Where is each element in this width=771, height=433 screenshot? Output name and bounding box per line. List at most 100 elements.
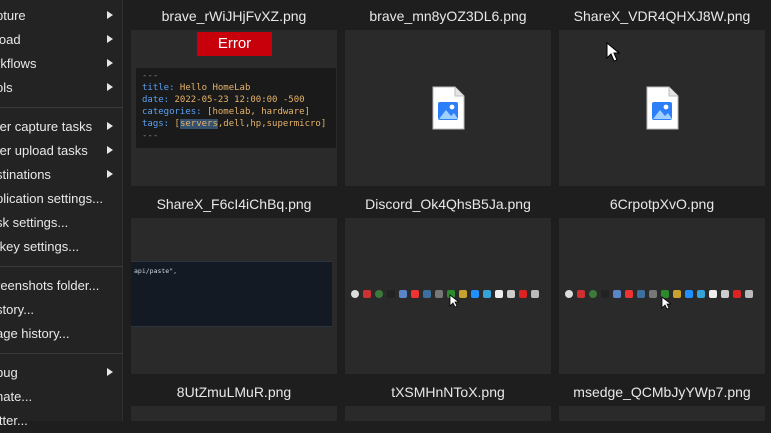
menu-item-tools[interactable]: ols — [0, 76, 123, 100]
submenu-arrow-icon — [107, 35, 113, 43]
file-thumbnail[interactable] — [559, 218, 765, 374]
terminal-text: api/paste", — [134, 267, 178, 275]
file-name: Discord_Ok4QhsB5Ja.png — [365, 196, 531, 212]
tray-app-icon — [435, 290, 443, 298]
menu-item-label: plication settings... — [0, 191, 103, 206]
mouse-cursor-icon — [449, 294, 459, 308]
terminal-preview: api/paste", — [131, 261, 332, 327]
tray-app-icon — [387, 290, 395, 298]
menu-item-upload[interactable]: load — [0, 28, 123, 52]
submenu-arrow-icon — [107, 59, 113, 67]
tray-app-icon — [733, 290, 741, 298]
menu-item-twitter[interactable]: itter... — [0, 409, 123, 433]
menu-item-label: reenshots folder... — [0, 278, 100, 293]
menu-item-workflows[interactable]: rkflows — [0, 52, 123, 76]
code-line: --- — [142, 71, 159, 81]
tray-app-icon — [565, 290, 573, 298]
menu-item-label: story... — [0, 302, 35, 317]
code-preview: --- title: Hello HomeLab date: 2022-05-2… — [136, 68, 336, 148]
code-line: date: 2022-05-23 12:00:00 -500 — [142, 94, 330, 106]
menu-item-label: nate... — [0, 389, 33, 404]
menu-item-after-upload-tasks[interactable]: ter upload tasks — [0, 139, 123, 163]
menu-item-image-history[interactable]: age history... — [0, 322, 123, 346]
tray-app-icon — [589, 290, 597, 298]
image-file-icon — [432, 86, 465, 130]
file-name: ShareX_F6cI4iChBq.png — [156, 196, 312, 212]
image-file-icon — [646, 86, 679, 130]
code-value: 2022-05-23 12:00:00 -500 — [169, 95, 305, 105]
tray-app-icon — [363, 290, 371, 298]
submenu-arrow-icon — [107, 368, 113, 376]
menu-item-application-settings[interactable]: plication settings... — [0, 187, 123, 211]
menu-item-label: ter capture tasks — [0, 119, 93, 134]
code-value: [ — [169, 119, 180, 129]
tray-app-icon — [459, 290, 467, 298]
file-thumbnail[interactable] — [345, 406, 551, 421]
file-thumbnail[interactable] — [559, 30, 765, 186]
tray-app-icon — [613, 290, 621, 298]
code-line: tags: [servers,dell,hp,supermicro] — [142, 118, 330, 130]
tray-app-icon — [709, 290, 717, 298]
file-name: ShareX_VDR4QHXJ8W.png — [573, 8, 751, 24]
mouse-pointer-icon — [606, 42, 620, 62]
file-thumbnail[interactable]: Error --- title: Hello HomeLab date: 202… — [131, 30, 337, 186]
tray-app-icon — [519, 290, 527, 298]
file-thumbnail[interactable] — [559, 406, 765, 421]
code-key: categories: — [142, 107, 202, 117]
mouse-cursor-icon — [661, 296, 671, 310]
submenu-arrow-icon — [107, 83, 113, 91]
code-value: ,dell,hp,supermicro] — [217, 119, 327, 129]
tray-app-icon — [375, 290, 383, 298]
code-line: categories: [homelab, hardware] — [142, 106, 330, 118]
file-thumbnail[interactable] — [345, 30, 551, 186]
submenu-arrow-icon — [107, 11, 113, 19]
menu-item-label: age history... — [0, 326, 70, 341]
tray-app-icon — [495, 290, 503, 298]
menu-item-label: ter upload tasks — [0, 143, 88, 158]
menu-item-hotkey-settings[interactable]: tkey settings... — [0, 235, 123, 259]
code-line: title: Hello HomeLab — [142, 82, 330, 94]
menu-separator — [0, 266, 123, 267]
tray-app-icon — [637, 290, 645, 298]
file-name: brave_rWiJHjFvXZ.png — [161, 8, 307, 24]
submenu-arrow-icon — [107, 170, 113, 178]
code-highlight: servers — [179, 119, 218, 129]
tray-app-icon — [601, 290, 609, 298]
tray-app-icon — [507, 290, 515, 298]
menu-item-donate[interactable]: nate... — [0, 385, 123, 409]
tray-app-icon — [577, 290, 585, 298]
menu-item-task-settings[interactable]: sk settings... — [0, 211, 123, 235]
file-thumbnail[interactable]: api/paste", — [131, 218, 337, 374]
menu-item-destinations[interactable]: stinations — [0, 163, 123, 187]
tray-app-icon — [673, 290, 681, 298]
menu-item-label: tkey settings... — [0, 239, 80, 254]
menu-item-label: load — [0, 32, 21, 47]
tray-app-icon — [423, 290, 431, 298]
menu-item-after-capture-tasks[interactable]: ter capture tasks — [0, 115, 123, 139]
menu-item-label: stinations — [0, 167, 51, 182]
file-grid: brave_rWiJHjFvXZ.png Error --- title: He… — [123, 0, 771, 421]
file-thumbnail[interactable] — [131, 406, 337, 421]
file-name: brave_mn8yOZ3DL6.png — [369, 8, 527, 24]
menu-item-debug[interactable]: bug — [0, 361, 123, 385]
file-name: msedge_QCMbJyYWp7.png — [573, 384, 751, 400]
tray-app-icon — [531, 290, 539, 298]
menu-item-capture[interactable]: pture — [0, 4, 123, 28]
tray-app-icon — [721, 290, 729, 298]
submenu-arrow-icon — [107, 122, 113, 130]
menu-item-label: sk settings... — [0, 215, 69, 230]
file-name: 6CrpotpXvO.png — [609, 196, 715, 212]
menu-item-history[interactable]: story... — [0, 298, 123, 322]
menu-item-screenshots-folder[interactable]: reenshots folder... — [0, 274, 123, 298]
code-key: tags: — [142, 119, 170, 129]
code-value: Hello HomeLab — [174, 83, 251, 93]
file-name: tXSMHnNToX.png — [391, 384, 505, 400]
file-thumbnail[interactable] — [345, 218, 551, 374]
tray-app-icon — [411, 290, 419, 298]
menu-item-label: itter... — [0, 413, 28, 428]
file-name: 8UtZmuLMuR.png — [176, 384, 292, 400]
tray-app-icon — [399, 290, 407, 298]
menu-item-label: rkflows — [0, 56, 37, 71]
tray-app-icon — [471, 290, 479, 298]
tray-app-icon — [697, 290, 705, 298]
